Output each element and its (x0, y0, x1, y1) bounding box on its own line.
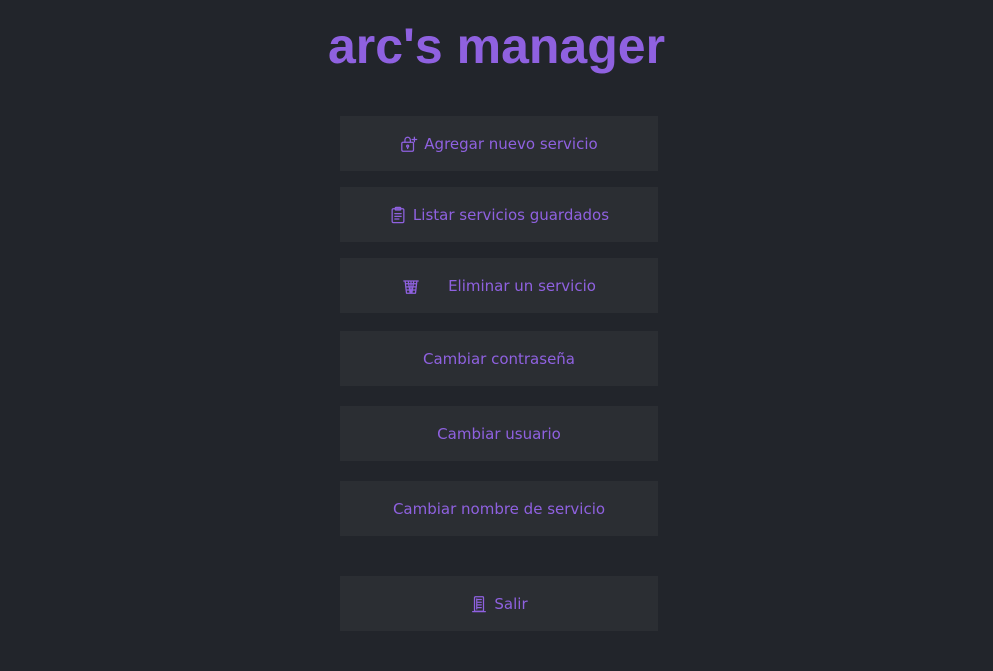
delete-service-label: Eliminar un servicio (448, 276, 596, 295)
exit-button[interactable]: Salir (340, 576, 658, 631)
add-service-icon (400, 135, 418, 153)
change-user-label: Cambiar usuario (437, 424, 561, 443)
change-password-button[interactable]: Cambiar contraseña (340, 331, 658, 386)
change-user-button[interactable]: Cambiar usuario (340, 406, 658, 461)
app-title: arc's manager (327, 18, 666, 74)
delete-service-button[interactable]: Eliminar un servicio (340, 258, 658, 313)
exit-label: Salir (494, 594, 528, 613)
rename-service-button[interactable]: Cambiar nombre de servicio (340, 481, 658, 536)
list-services-label: Listar servicios guardados (412, 205, 610, 224)
change-password-label: Cambiar contraseña (422, 349, 575, 368)
list-services-button[interactable]: Listar servicios guardados (340, 187, 658, 242)
add-service-button[interactable]: Agregar nuevo servicio (340, 116, 658, 171)
clipboard-list-icon (389, 206, 407, 224)
trash-basket-icon (402, 277, 420, 295)
rename-service-label: Cambiar nombre de servicio (392, 499, 606, 518)
add-service-label: Agregar nuevo servicio (424, 134, 598, 153)
exit-door-icon (470, 595, 488, 613)
